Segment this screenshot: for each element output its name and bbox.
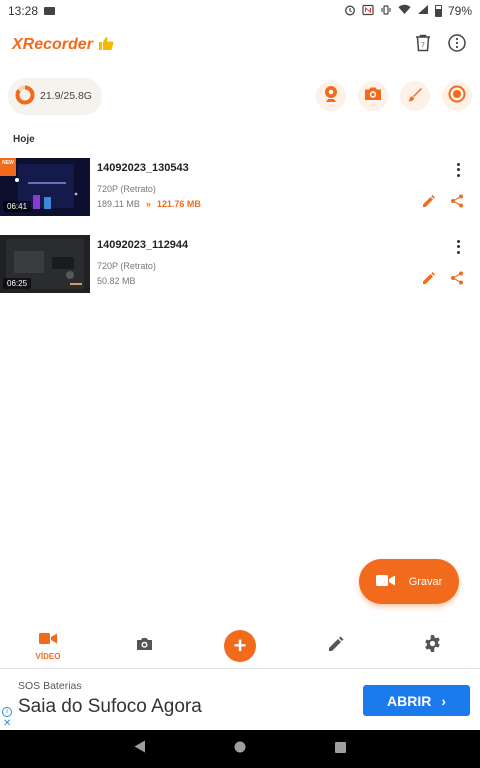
record-fab-label: Gravar bbox=[408, 575, 443, 588]
brush-button[interactable] bbox=[400, 81, 430, 111]
nav-edit[interactable] bbox=[306, 624, 366, 668]
video-size: 189.11 MB bbox=[97, 199, 140, 209]
add-button[interactable]: + bbox=[224, 630, 256, 662]
status-bar: 13:28 79% bbox=[0, 0, 480, 22]
plus-icon: + bbox=[233, 633, 247, 658]
alarm-icon bbox=[344, 4, 356, 19]
video-more-button[interactable] bbox=[452, 162, 464, 178]
ad-open-button[interactable]: ABRIR › bbox=[363, 685, 470, 716]
share-icon bbox=[450, 271, 464, 289]
battery-icon bbox=[434, 5, 442, 17]
compress-arrow-icon: » bbox=[145, 199, 151, 209]
ad-source: SOS Baterias bbox=[18, 680, 82, 692]
app-name: XRecorder bbox=[12, 36, 93, 53]
home-icon[interactable] bbox=[234, 740, 246, 758]
storage-indicator[interactable]: 21.9/25.8G bbox=[8, 77, 102, 115]
brush-icon bbox=[407, 86, 423, 107]
back-icon[interactable] bbox=[134, 740, 146, 758]
storage-text: 21.9/25.8G bbox=[40, 90, 92, 102]
info-button[interactable] bbox=[446, 33, 468, 57]
video-more-button[interactable] bbox=[452, 239, 464, 255]
video-size-row: 50.82 MB bbox=[97, 276, 136, 286]
recents-icon[interactable] bbox=[334, 740, 346, 758]
app-bar: XRecorder 7 bbox=[0, 28, 480, 62]
more-circle-icon bbox=[448, 33, 466, 57]
video-compressed-size: 121.76 MB bbox=[156, 199, 201, 209]
thumbs-up-icon bbox=[98, 36, 114, 55]
record-fab[interactable]: Gravar bbox=[359, 559, 459, 604]
pencil-icon bbox=[328, 636, 344, 657]
nav-video[interactable]: VÍDEO bbox=[18, 624, 78, 668]
pencil-icon bbox=[422, 195, 436, 212]
record-icon bbox=[448, 85, 466, 108]
video-title: 14092023_130543 bbox=[97, 162, 189, 174]
video-duration: 06:25 bbox=[3, 278, 32, 289]
ad-open-label: ABRIR bbox=[386, 692, 432, 709]
ad-close-icon[interactable]: ✕ bbox=[3, 718, 11, 729]
share-button[interactable] bbox=[450, 271, 466, 287]
battery-level: 79% bbox=[447, 4, 472, 18]
status-time: 13:28 bbox=[8, 4, 39, 18]
vibrate-icon bbox=[380, 4, 392, 19]
video-size-row: 189.11 MB » 121.76 MB bbox=[97, 199, 201, 209]
video-size: 50.82 MB bbox=[97, 276, 136, 286]
gear-icon bbox=[424, 635, 441, 657]
nav-add[interactable]: + bbox=[210, 624, 270, 668]
pencil-icon bbox=[422, 272, 436, 289]
nav-photos[interactable] bbox=[114, 624, 174, 668]
trash-button[interactable]: 7 bbox=[412, 34, 434, 56]
section-date-label: Hoje bbox=[13, 134, 35, 145]
webcam-icon bbox=[323, 85, 339, 108]
tools-row: 21.9/25.8G bbox=[0, 77, 480, 115]
video-title: 14092023_112944 bbox=[97, 239, 189, 251]
chevron-right-icon: › bbox=[441, 692, 446, 709]
video-resolution: 720P (Retrato) bbox=[97, 184, 156, 194]
camera-icon bbox=[364, 86, 382, 106]
screen-record-icon bbox=[44, 7, 56, 15]
video-thumbnail[interactable]: NEW 06:41 bbox=[0, 158, 90, 216]
share-icon bbox=[450, 194, 464, 212]
video-camera-icon bbox=[39, 632, 57, 650]
nfc-icon bbox=[362, 4, 374, 19]
edit-button[interactable] bbox=[422, 194, 438, 210]
video-resolution: 720P (Retrato) bbox=[97, 261, 156, 271]
wifi-icon bbox=[398, 4, 411, 18]
system-nav-bar bbox=[0, 730, 480, 768]
ad-info-icon[interactable]: i bbox=[2, 707, 12, 717]
signal-icon bbox=[417, 4, 429, 18]
video-thumbnail[interactable]: 06:25 bbox=[0, 235, 90, 293]
ad-headline: Saia do Sufoco Agora bbox=[18, 696, 202, 717]
trash-icon: 7 bbox=[415, 34, 431, 57]
screenshot-button[interactable] bbox=[358, 81, 388, 111]
camera-icon bbox=[136, 637, 153, 656]
video-list: NEW 06:41 14092023_130543 720P (Retrato)… bbox=[0, 156, 480, 310]
bottom-nav: VÍDEO + bbox=[0, 624, 480, 668]
svg-text:7: 7 bbox=[421, 43, 425, 49]
facecam-button[interactable] bbox=[316, 81, 346, 111]
nav-video-label: VÍDEO bbox=[35, 651, 61, 661]
video-item[interactable]: 06:25 14092023_112944 720P (Retrato) 50.… bbox=[0, 233, 480, 310]
edit-button[interactable] bbox=[422, 271, 438, 287]
nav-settings[interactable] bbox=[402, 624, 462, 668]
video-camera-icon bbox=[375, 574, 395, 590]
share-button[interactable] bbox=[450, 194, 466, 210]
app-logo: XRecorder bbox=[12, 36, 114, 55]
ad-banner[interactable]: SOS Baterias Saia do Sufoco Agora ABRIR … bbox=[0, 668, 480, 730]
record-button[interactable] bbox=[442, 81, 472, 111]
new-badge: NEW bbox=[0, 158, 16, 176]
video-item[interactable]: NEW 06:41 14092023_130543 720P (Retrato)… bbox=[0, 156, 480, 233]
storage-ring-icon bbox=[14, 84, 36, 109]
screen: 13:28 79% XRecorder 7 21.9/25.8G Hoje NE… bbox=[0, 0, 480, 768]
video-duration: 06:41 bbox=[3, 201, 32, 212]
